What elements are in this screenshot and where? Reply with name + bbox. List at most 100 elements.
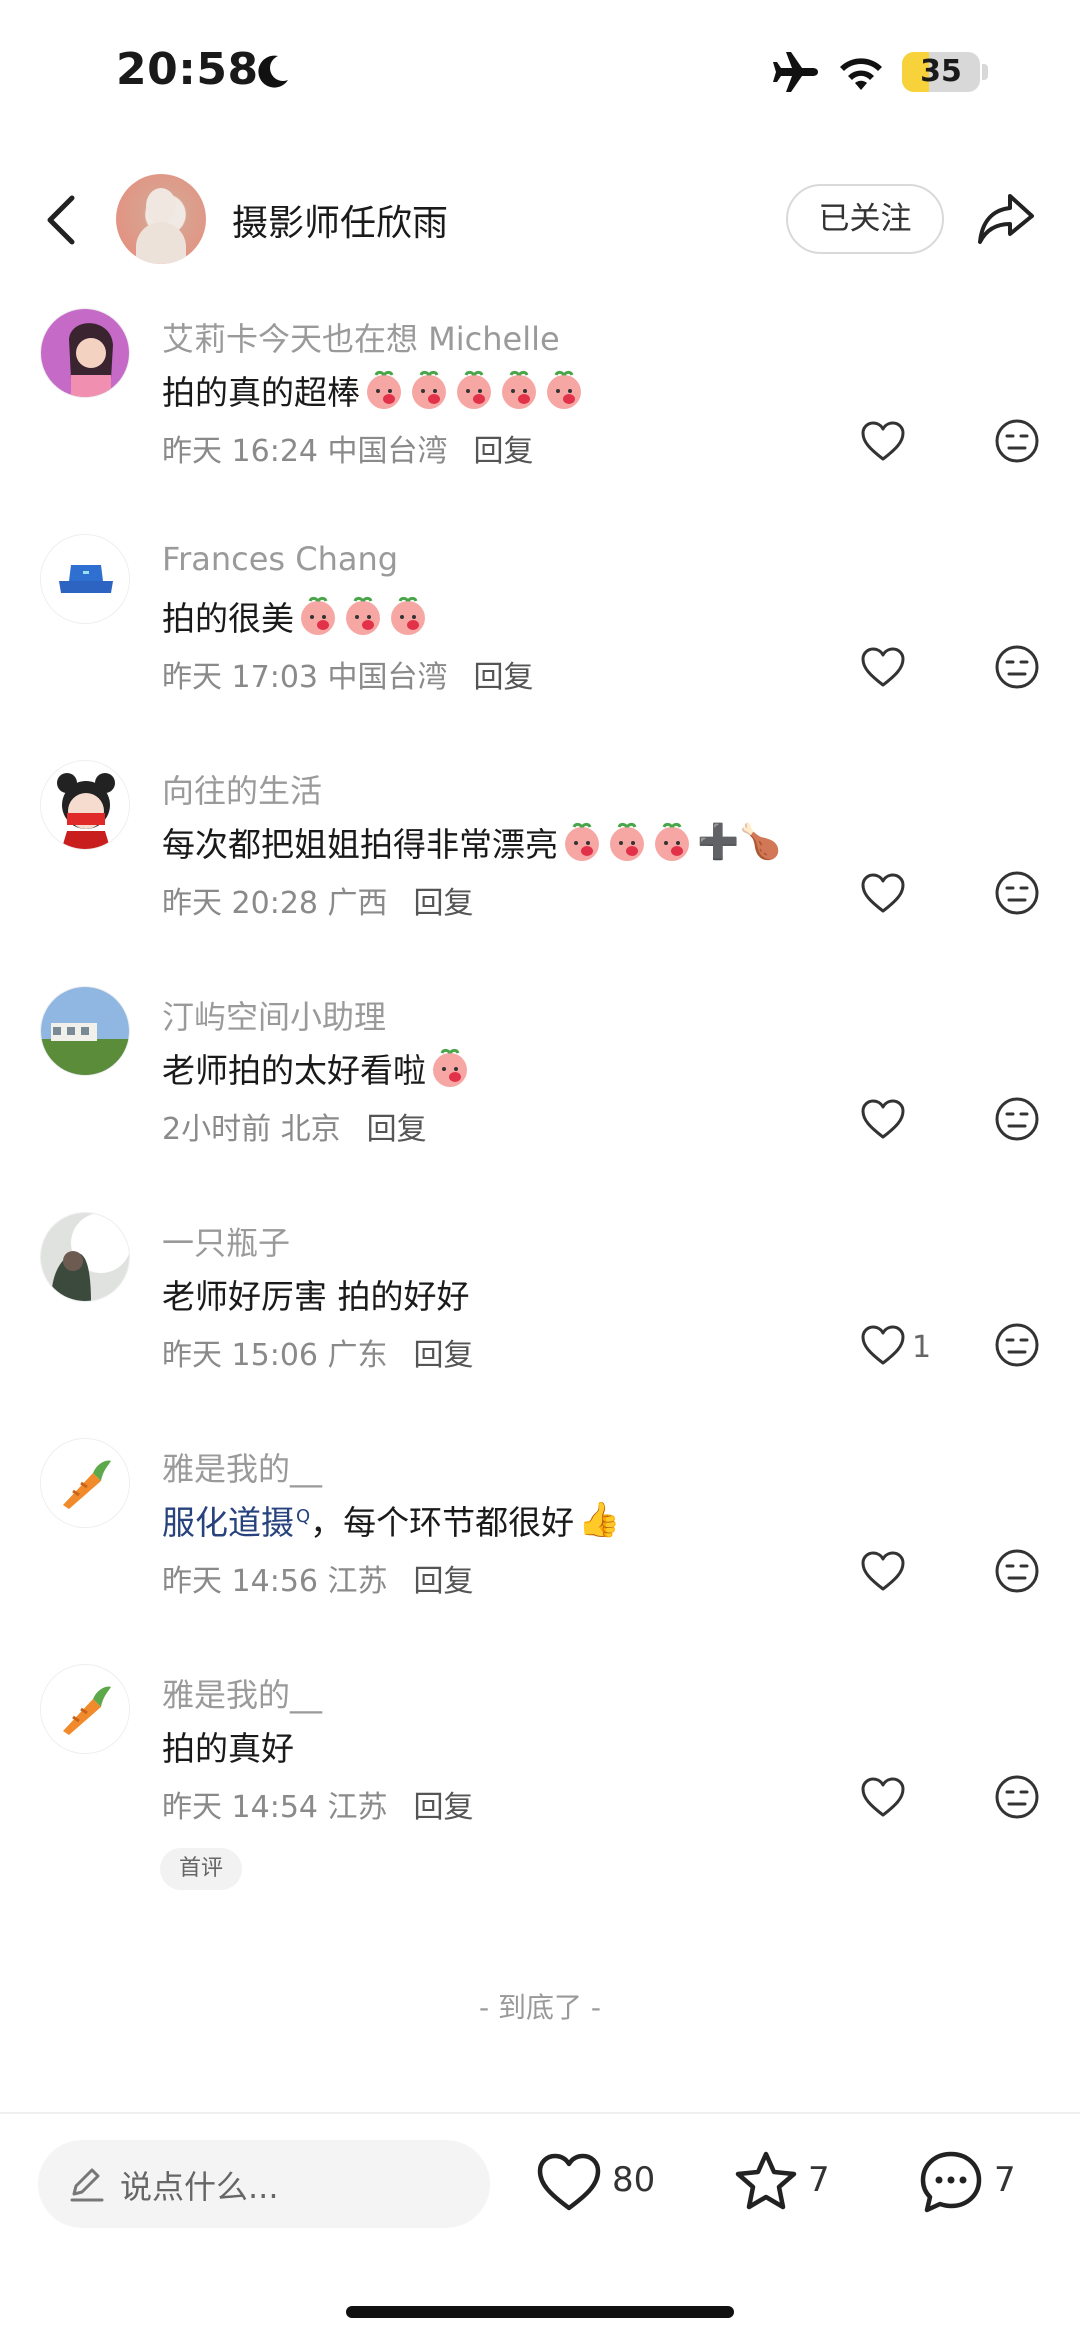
heart-icon[interactable]: [860, 420, 906, 462]
comment-text: 拍的真好: [162, 1729, 294, 1768]
commenter-name[interactable]: Frances Chang: [162, 540, 398, 578]
comment-location: 中国台湾: [327, 434, 448, 469]
battery-indicator: 35: [902, 52, 980, 92]
comment-meta: 昨天 16:24 中国台湾 回复: [162, 426, 534, 470]
header: 摄影师任欣雨 已关注: [0, 160, 1080, 280]
comment-body: 拍的很美: [162, 592, 429, 640]
heart-icon[interactable]: [860, 1776, 906, 1818]
commenter-name[interactable]: 雅是我的__: [162, 1444, 322, 1490]
star-icon[interactable]: [734, 2150, 798, 2212]
comment-item[interactable]: 艾莉卡今天也在想 Michelle 拍的真的超棒 昨天 16:24 中国台湾 回复: [0, 308, 1080, 534]
avatar-carrot[interactable]: [40, 1664, 130, 1754]
commenter-name[interactable]: 艾莉卡今天也在想 Michelle: [162, 314, 560, 360]
comment-body: 老师拍的太好看啦: [162, 1044, 471, 1092]
dislike-icon[interactable]: [994, 644, 1040, 690]
author-name[interactable]: 摄影师任欣雨: [232, 194, 448, 246]
comment-item[interactable]: Frances Chang 拍的很美昨天 17:03 中国台湾 回复: [0, 534, 1080, 760]
pen-icon: [70, 2168, 104, 2202]
dislike-icon[interactable]: [994, 1096, 1040, 1142]
reply-button[interactable]: 回复: [414, 886, 474, 921]
peach-emoji-icon: [655, 822, 689, 861]
follow-button[interactable]: 已关注: [786, 184, 944, 254]
comment-item[interactable]: 向往的生活每次都把姐姐拍得非常漂亮 ➕🍗 昨天 20:28 广西 回复: [0, 760, 1080, 986]
share-icon[interactable]: [976, 188, 1036, 248]
comment-body: 服化道摄 Q ，每个环节都很好 👍: [162, 1496, 621, 1544]
battery-tip: [982, 64, 988, 80]
dislike-icon[interactable]: [994, 1322, 1040, 1368]
peach-emoji-icon: [565, 822, 599, 861]
wifi-icon: [840, 58, 882, 90]
heart-icon[interactable]: [860, 1098, 906, 1140]
comment-text: ，每个环节都很好: [310, 1503, 575, 1542]
avatar-frances[interactable]: [40, 534, 130, 624]
comment-text: 老师好厉害 拍的好好: [162, 1277, 470, 1316]
comment-item[interactable]: 汀屿空间小助理老师拍的太好看啦 2小时前 北京 回复: [0, 986, 1080, 1212]
heart-icon[interactable]: [860, 872, 906, 914]
reply-button[interactable]: 回复: [474, 660, 534, 695]
commenter-name[interactable]: 雅是我的__: [162, 1670, 322, 1716]
comment-location: 江苏: [327, 1790, 388, 1825]
comment-location: 广西: [327, 886, 388, 921]
avatar-carrot[interactable]: [40, 1438, 130, 1528]
comment-input[interactable]: 说点什么...: [38, 2140, 490, 2228]
reply-button[interactable]: 回复: [414, 1790, 474, 1825]
avatar-bottle[interactable]: [40, 1212, 130, 1302]
comment-meta: 昨天 20:28 广西 回复: [162, 878, 474, 922]
reply-button[interactable]: 回复: [414, 1338, 474, 1373]
heart-icon[interactable]: [860, 1550, 906, 1592]
heart-icon[interactable]: [860, 1324, 906, 1366]
comment-item[interactable]: 雅是我的__ 拍的真好昨天 14:54 江苏 回复: [0, 1664, 1080, 1890]
comment-item[interactable]: 雅是我的__ 服化道摄 Q ，每个环节都很好 👍 昨天 14:56 江苏 回复: [0, 1438, 1080, 1664]
avatar-xiangwang[interactable]: [40, 760, 130, 850]
comment-date: 昨天 14:54: [162, 1790, 318, 1825]
back-icon[interactable]: [38, 190, 84, 250]
dislike-icon[interactable]: [994, 1548, 1040, 1594]
commenter-name[interactable]: 向往的生活: [162, 766, 322, 812]
emoji: ➕🍗: [697, 822, 782, 862]
moon-icon: [258, 55, 288, 88]
comment-meta: 昨天 15:06 广东 回复: [162, 1330, 474, 1374]
comment-text: 老师拍的太好看啦: [162, 1051, 426, 1090]
reply-button[interactable]: 回复: [414, 1564, 474, 1599]
home-indicator: [346, 2306, 734, 2318]
dislike-icon[interactable]: [994, 418, 1040, 464]
comment-location: 广东: [327, 1338, 388, 1373]
dislike-icon[interactable]: [994, 870, 1040, 916]
peach-emoji-icon: [346, 596, 380, 635]
status-bar: 20:58 35: [0, 0, 1080, 140]
author-avatar[interactable]: [116, 174, 206, 264]
peach-emoji-icon: [301, 596, 335, 635]
comment-location: 中国台湾: [327, 660, 448, 695]
comment-meta: 昨天 17:03 中国台湾 回复: [162, 652, 534, 696]
avatar-erika[interactable]: [40, 308, 130, 398]
commenter-name[interactable]: 一只瓶子: [162, 1218, 290, 1264]
heart-icon[interactable]: [536, 2152, 602, 2212]
peach-emoji-icon: [610, 822, 644, 861]
search-small-icon: Q: [296, 1506, 311, 1527]
dislike-icon[interactable]: [994, 1774, 1040, 1820]
reply-button[interactable]: 回复: [474, 434, 534, 469]
comment-text: 拍的很美: [162, 599, 294, 638]
comment-body: 每次都把姐姐拍得非常漂亮 ➕🍗: [162, 818, 782, 866]
comment-count: 7: [994, 2160, 1016, 2200]
comment-date: 昨天 17:03: [162, 660, 318, 695]
avatar-tingyu[interactable]: [40, 986, 130, 1076]
comment-date: 昨天 16:24: [162, 434, 318, 469]
peach-emoji-icon: [412, 370, 446, 409]
reply-button[interactable]: 回复: [367, 1112, 427, 1147]
peach-emoji-icon: [547, 370, 581, 409]
comment-date: 昨天 15:06: [162, 1338, 318, 1373]
heart-icon[interactable]: [860, 646, 906, 688]
topic-link[interactable]: 服化道摄 Q: [162, 1496, 310, 1544]
comment-meta: 昨天 14:54 江苏 回复: [162, 1782, 474, 1826]
comment-meta: 2小时前 北京 回复: [162, 1104, 427, 1148]
comment-text: 每次都把姐姐拍得非常漂亮: [162, 825, 558, 864]
end-of-list-text: - 到底了 -: [478, 1991, 601, 2024]
comment-date: 昨天 20:28: [162, 886, 318, 921]
comment-body: 拍的真好: [162, 1722, 294, 1770]
comment-input-placeholder: 说点什么...: [120, 2168, 279, 2206]
chat-icon[interactable]: [918, 2150, 984, 2214]
commenter-name[interactable]: 汀屿空间小助理: [162, 992, 386, 1038]
comment-item[interactable]: 一只瓶子老师好厉害 拍的好好昨天 15:06 广东 回复 1: [0, 1212, 1080, 1438]
comment-like-count: 1: [912, 1330, 932, 1365]
